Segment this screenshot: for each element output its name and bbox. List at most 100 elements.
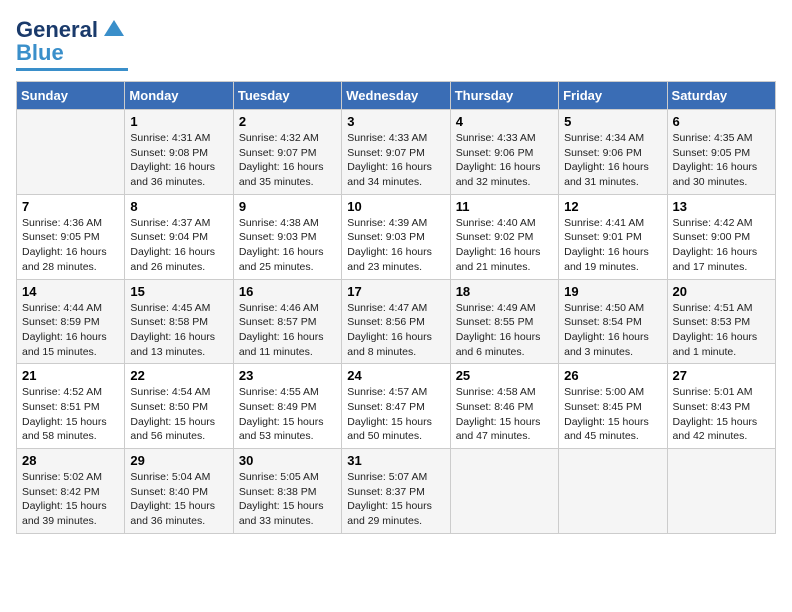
- day-info: Sunrise: 4:58 AM Sunset: 8:46 PM Dayligh…: [456, 385, 553, 444]
- day-info: Sunrise: 5:01 AM Sunset: 8:43 PM Dayligh…: [673, 385, 770, 444]
- day-number: 29: [130, 453, 227, 468]
- calendar-cell: 24 Sunrise: 4:57 AM Sunset: 8:47 PM Dayli…: [342, 364, 450, 449]
- calendar-cell: 23 Sunrise: 4:55 AM Sunset: 8:49 PM Dayli…: [233, 364, 341, 449]
- day-number: 20: [673, 284, 770, 299]
- page-header: General Blue: [16, 16, 776, 71]
- day-info: Sunrise: 4:39 AM Sunset: 9:03 PM Dayligh…: [347, 216, 444, 275]
- header-row: SundayMondayTuesdayWednesdayThursdayFrid…: [17, 82, 776, 110]
- day-info: Sunrise: 4:51 AM Sunset: 8:53 PM Dayligh…: [673, 301, 770, 360]
- day-number: 19: [564, 284, 661, 299]
- calendar-cell: [667, 449, 775, 534]
- day-info: Sunrise: 5:07 AM Sunset: 8:37 PM Dayligh…: [347, 470, 444, 529]
- day-number: 28: [22, 453, 119, 468]
- day-info: Sunrise: 5:05 AM Sunset: 8:38 PM Dayligh…: [239, 470, 336, 529]
- day-number: 10: [347, 199, 444, 214]
- weekday-header: Friday: [559, 82, 667, 110]
- calendar-cell: 26 Sunrise: 5:00 AM Sunset: 8:45 PM Dayli…: [559, 364, 667, 449]
- logo-icon: [100, 16, 128, 44]
- day-info: Sunrise: 5:02 AM Sunset: 8:42 PM Dayligh…: [22, 470, 119, 529]
- day-info: Sunrise: 4:31 AM Sunset: 9:08 PM Dayligh…: [130, 131, 227, 190]
- calendar-cell: 21 Sunrise: 4:52 AM Sunset: 8:51 PM Dayli…: [17, 364, 125, 449]
- day-info: Sunrise: 4:35 AM Sunset: 9:05 PM Dayligh…: [673, 131, 770, 190]
- calendar-cell: 15 Sunrise: 4:45 AM Sunset: 8:58 PM Dayli…: [125, 279, 233, 364]
- day-number: 22: [130, 368, 227, 383]
- day-info: Sunrise: 5:00 AM Sunset: 8:45 PM Dayligh…: [564, 385, 661, 444]
- calendar-cell: 16Sunrise: 4:46 AM Sunset: 8:57 PM Dayli…: [233, 279, 341, 364]
- calendar-cell: [559, 449, 667, 534]
- day-info: Sunrise: 4:33 AM Sunset: 9:07 PM Dayligh…: [347, 131, 444, 190]
- day-info: Sunrise: 4:36 AM Sunset: 9:05 PM Dayligh…: [22, 216, 119, 275]
- calendar-cell: 22 Sunrise: 4:54 AM Sunset: 8:50 PM Dayli…: [125, 364, 233, 449]
- calendar-cell: 29 Sunrise: 5:04 AM Sunset: 8:40 PM Dayli…: [125, 449, 233, 534]
- weekday-header: Wednesday: [342, 82, 450, 110]
- day-info: Sunrise: 4:54 AM Sunset: 8:50 PM Dayligh…: [130, 385, 227, 444]
- calendar-cell: 25 Sunrise: 4:58 AM Sunset: 8:46 PM Dayli…: [450, 364, 558, 449]
- calendar-week-row: 28 Sunrise: 5:02 AM Sunset: 8:42 PM Dayli…: [17, 449, 776, 534]
- day-info: Sunrise: 4:52 AM Sunset: 8:51 PM Dayligh…: [22, 385, 119, 444]
- calendar-week-row: 1 Sunrise: 4:31 AM Sunset: 9:08 PM Daylig…: [17, 110, 776, 195]
- calendar-cell: 28 Sunrise: 5:02 AM Sunset: 8:42 PM Dayli…: [17, 449, 125, 534]
- day-number: 4: [456, 114, 553, 129]
- day-info: Sunrise: 4:34 AM Sunset: 9:06 PM Dayligh…: [564, 131, 661, 190]
- day-info: Sunrise: 4:55 AM Sunset: 8:49 PM Dayligh…: [239, 385, 336, 444]
- day-number: 13: [673, 199, 770, 214]
- calendar-cell: 27 Sunrise: 5:01 AM Sunset: 8:43 PM Dayli…: [667, 364, 775, 449]
- day-number: 11: [456, 199, 553, 214]
- weekday-header: Sunday: [17, 82, 125, 110]
- day-info: Sunrise: 4:32 AM Sunset: 9:07 PM Dayligh…: [239, 131, 336, 190]
- day-info: Sunrise: 4:44 AM Sunset: 8:59 PM Dayligh…: [22, 301, 119, 360]
- day-info: Sunrise: 4:47 AM Sunset: 8:56 PM Dayligh…: [347, 301, 444, 360]
- day-number: 24: [347, 368, 444, 383]
- day-number: 2: [239, 114, 336, 129]
- day-info: Sunrise: 4:57 AM Sunset: 8:47 PM Dayligh…: [347, 385, 444, 444]
- day-number: 25: [456, 368, 553, 383]
- calendar-header: SundayMondayTuesdayWednesdayThursdayFrid…: [17, 82, 776, 110]
- logo-blue: Blue: [16, 40, 64, 66]
- day-number: 18: [456, 284, 553, 299]
- day-number: 31: [347, 453, 444, 468]
- day-number: 16: [239, 284, 336, 299]
- day-info: Sunrise: 4:38 AM Sunset: 9:03 PM Dayligh…: [239, 216, 336, 275]
- day-number: 1: [130, 114, 227, 129]
- calendar-cell: [17, 110, 125, 195]
- calendar-body: 1 Sunrise: 4:31 AM Sunset: 9:08 PM Daylig…: [17, 110, 776, 534]
- day-number: 21: [22, 368, 119, 383]
- calendar-cell: 6Sunrise: 4:35 AM Sunset: 9:05 PM Daylig…: [667, 110, 775, 195]
- calendar-week-row: 21 Sunrise: 4:52 AM Sunset: 8:51 PM Dayli…: [17, 364, 776, 449]
- calendar-cell: 20 Sunrise: 4:51 AM Sunset: 8:53 PM Dayli…: [667, 279, 775, 364]
- weekday-header: Monday: [125, 82, 233, 110]
- calendar-cell: 8Sunrise: 4:37 AM Sunset: 9:04 PM Daylig…: [125, 194, 233, 279]
- day-info: Sunrise: 4:49 AM Sunset: 8:55 PM Dayligh…: [456, 301, 553, 360]
- day-number: 23: [239, 368, 336, 383]
- day-info: Sunrise: 4:40 AM Sunset: 9:02 PM Dayligh…: [456, 216, 553, 275]
- calendar-cell: 10 Sunrise: 4:39 AM Sunset: 9:03 PM Dayli…: [342, 194, 450, 279]
- day-info: Sunrise: 4:45 AM Sunset: 8:58 PM Dayligh…: [130, 301, 227, 360]
- calendar-cell: 11 Sunrise: 4:40 AM Sunset: 9:02 PM Dayli…: [450, 194, 558, 279]
- day-info: Sunrise: 5:04 AM Sunset: 8:40 PM Dayligh…: [130, 470, 227, 529]
- day-info: Sunrise: 4:33 AM Sunset: 9:06 PM Dayligh…: [456, 131, 553, 190]
- logo: General Blue: [16, 16, 128, 71]
- day-info: Sunrise: 4:50 AM Sunset: 8:54 PM Dayligh…: [564, 301, 661, 360]
- day-number: 3: [347, 114, 444, 129]
- calendar-cell: 3 Sunrise: 4:33 AM Sunset: 9:07 PM Daylig…: [342, 110, 450, 195]
- day-number: 27: [673, 368, 770, 383]
- day-number: 7: [22, 199, 119, 214]
- day-info: Sunrise: 4:42 AM Sunset: 9:00 PM Dayligh…: [673, 216, 770, 275]
- calendar-cell: 12Sunrise: 4:41 AM Sunset: 9:01 PM Dayli…: [559, 194, 667, 279]
- calendar-cell: 2 Sunrise: 4:32 AM Sunset: 9:07 PM Daylig…: [233, 110, 341, 195]
- day-number: 8: [130, 199, 227, 214]
- calendar-cell: 13 Sunrise: 4:42 AM Sunset: 9:00 PM Dayli…: [667, 194, 775, 279]
- day-number: 26: [564, 368, 661, 383]
- day-number: 12: [564, 199, 661, 214]
- calendar-cell: [450, 449, 558, 534]
- calendar-cell: 31 Sunrise: 5:07 AM Sunset: 8:37 PM Dayli…: [342, 449, 450, 534]
- day-number: 15: [130, 284, 227, 299]
- calendar-table: SundayMondayTuesdayWednesdayThursdayFrid…: [16, 81, 776, 534]
- weekday-header: Saturday: [667, 82, 775, 110]
- day-number: 5: [564, 114, 661, 129]
- weekday-header: Thursday: [450, 82, 558, 110]
- day-number: 14: [22, 284, 119, 299]
- calendar-cell: 18 Sunrise: 4:49 AM Sunset: 8:55 PM Dayli…: [450, 279, 558, 364]
- day-number: 17: [347, 284, 444, 299]
- day-number: 30: [239, 453, 336, 468]
